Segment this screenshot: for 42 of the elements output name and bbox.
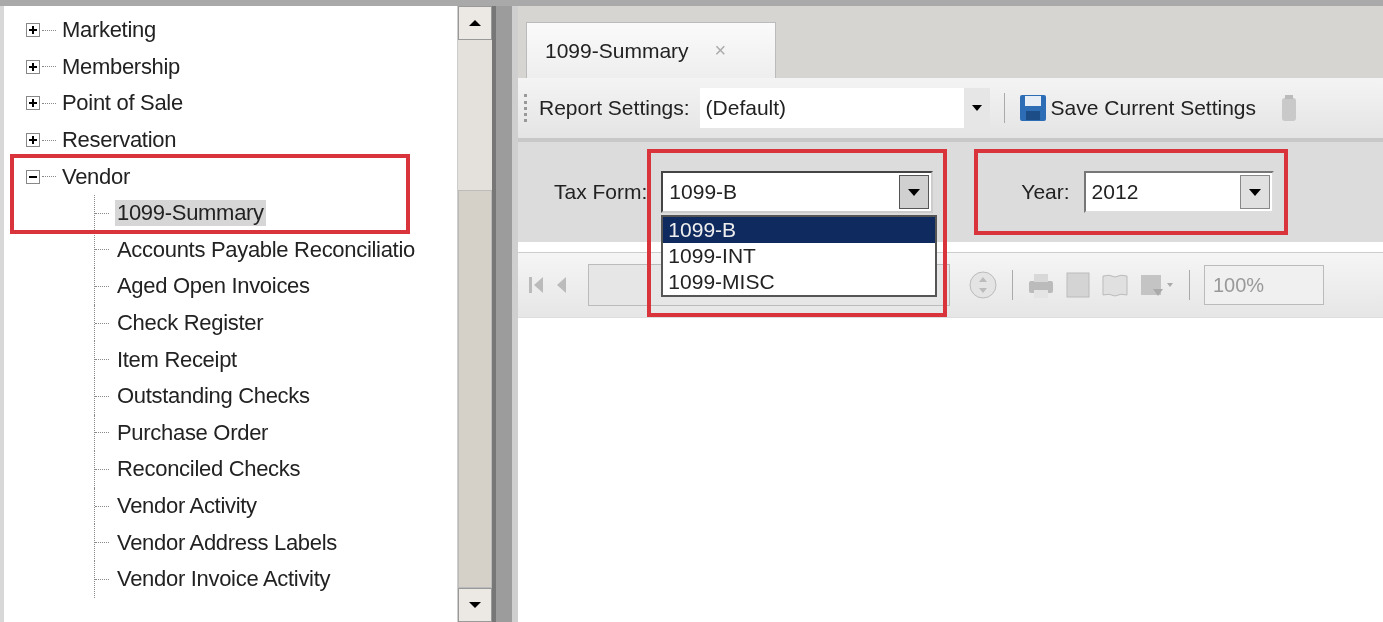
tree-item[interactable]: Membership bbox=[60, 53, 183, 80]
page-setup-icon[interactable] bbox=[1065, 271, 1091, 299]
scroll-up-button[interactable] bbox=[458, 6, 492, 40]
parameter-label: Year: bbox=[1021, 180, 1070, 204]
tree-item[interactable]: Vendor Address Labels bbox=[115, 529, 339, 556]
down-arrow-icon bbox=[468, 601, 482, 609]
scroll-down-button[interactable] bbox=[458, 588, 492, 622]
dropdown-option[interactable]: 1099-MISC bbox=[663, 269, 936, 295]
tree-item[interactable]: Reservation bbox=[60, 127, 179, 154]
first-page-icon[interactable] bbox=[528, 275, 544, 295]
parameter-dropdown[interactable]: 2012 bbox=[1083, 171, 1274, 213]
tree-item[interactable]: Aged Open Invoices bbox=[115, 273, 312, 300]
dropdown-option[interactable]: 1099-INT bbox=[663, 243, 936, 269]
scroll-thumb[interactable] bbox=[458, 190, 492, 588]
save-icon bbox=[1018, 94, 1047, 122]
refresh-icon[interactable] bbox=[968, 270, 998, 300]
expander-icon[interactable] bbox=[26, 96, 40, 111]
tree-item[interactable]: Purchase Order bbox=[115, 419, 271, 446]
tree-item[interactable]: Marketing bbox=[60, 17, 158, 44]
tree-item[interactable]: Accounts Payable Reconciliatio bbox=[115, 236, 417, 263]
expander-icon[interactable] bbox=[26, 59, 40, 74]
print-icon[interactable] bbox=[1027, 271, 1055, 299]
save-button[interactable]: Save Current Settings bbox=[1018, 94, 1257, 122]
tree-item[interactable]: Outstanding Checks bbox=[115, 383, 312, 410]
scrollbar[interactable] bbox=[457, 6, 492, 622]
up-arrow-icon bbox=[468, 19, 482, 27]
settings-label: Report Settings: bbox=[539, 96, 690, 120]
tree-item[interactable]: Item Receipt bbox=[115, 346, 239, 373]
expander-icon[interactable] bbox=[26, 23, 40, 38]
dropdown-option[interactable]: 1099-B bbox=[663, 217, 936, 243]
settings-dropdown[interactable]: (Default) bbox=[699, 88, 990, 128]
expander-icon[interactable] bbox=[26, 133, 40, 148]
parameter-label: Tax Form: bbox=[554, 180, 648, 204]
tree-item[interactable]: Reconciled Checks bbox=[115, 456, 303, 483]
tree-item[interactable]: Vendor Invoice Activity bbox=[115, 566, 333, 593]
tree-item[interactable]: Check Register bbox=[115, 310, 266, 337]
tree-item[interactable]: Vendor Activity bbox=[115, 493, 259, 519]
expander-icon[interactable] bbox=[26, 169, 40, 184]
report-tab[interactable]: 1099-Summary × bbox=[526, 22, 776, 78]
tree-item[interactable]: 1099-Summary bbox=[115, 200, 266, 227]
tree-item[interactable]: Point of Sale bbox=[60, 90, 185, 117]
tree-item[interactable]: Vendor bbox=[60, 163, 132, 190]
